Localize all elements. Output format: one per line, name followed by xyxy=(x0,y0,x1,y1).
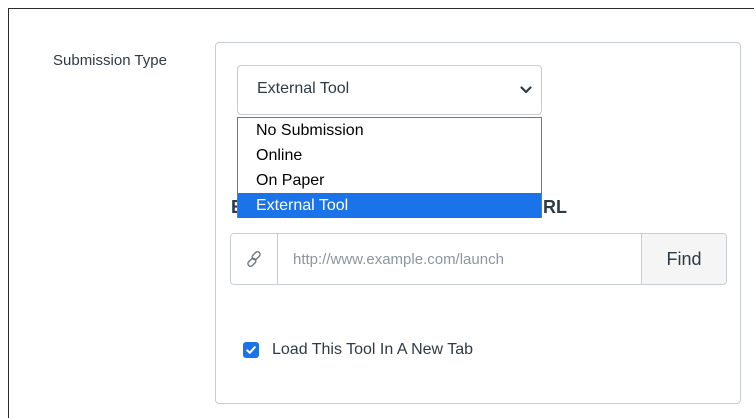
chevron-down-icon xyxy=(520,86,532,94)
submission-type-label: Submission Type xyxy=(53,52,167,69)
option-no-submission[interactable]: No Submission xyxy=(238,118,541,143)
external-tool-url-group: Find xyxy=(230,233,727,285)
option-on-paper[interactable]: On Paper xyxy=(238,168,541,193)
find-button[interactable]: Find xyxy=(641,234,726,284)
option-external-tool[interactable]: External Tool xyxy=(238,193,541,218)
check-icon xyxy=(246,346,256,354)
new-tab-label: Load This Tool In A New Tab xyxy=(272,341,474,358)
option-online[interactable]: Online xyxy=(238,143,541,168)
submission-type-dropdown: No Submission Online On Paper External T… xyxy=(237,117,542,218)
new-tab-checkbox[interactable] xyxy=(243,342,259,358)
submission-type-select[interactable]: External Tool xyxy=(237,65,542,115)
external-tool-url-input[interactable] xyxy=(278,234,641,284)
new-tab-option[interactable]: Load This Tool In A New Tab xyxy=(243,341,473,359)
link-icon xyxy=(247,251,261,267)
submission-type-selected-value: External Tool xyxy=(257,80,350,97)
url-addon xyxy=(231,234,278,284)
url-label-end: RL xyxy=(543,197,567,217)
